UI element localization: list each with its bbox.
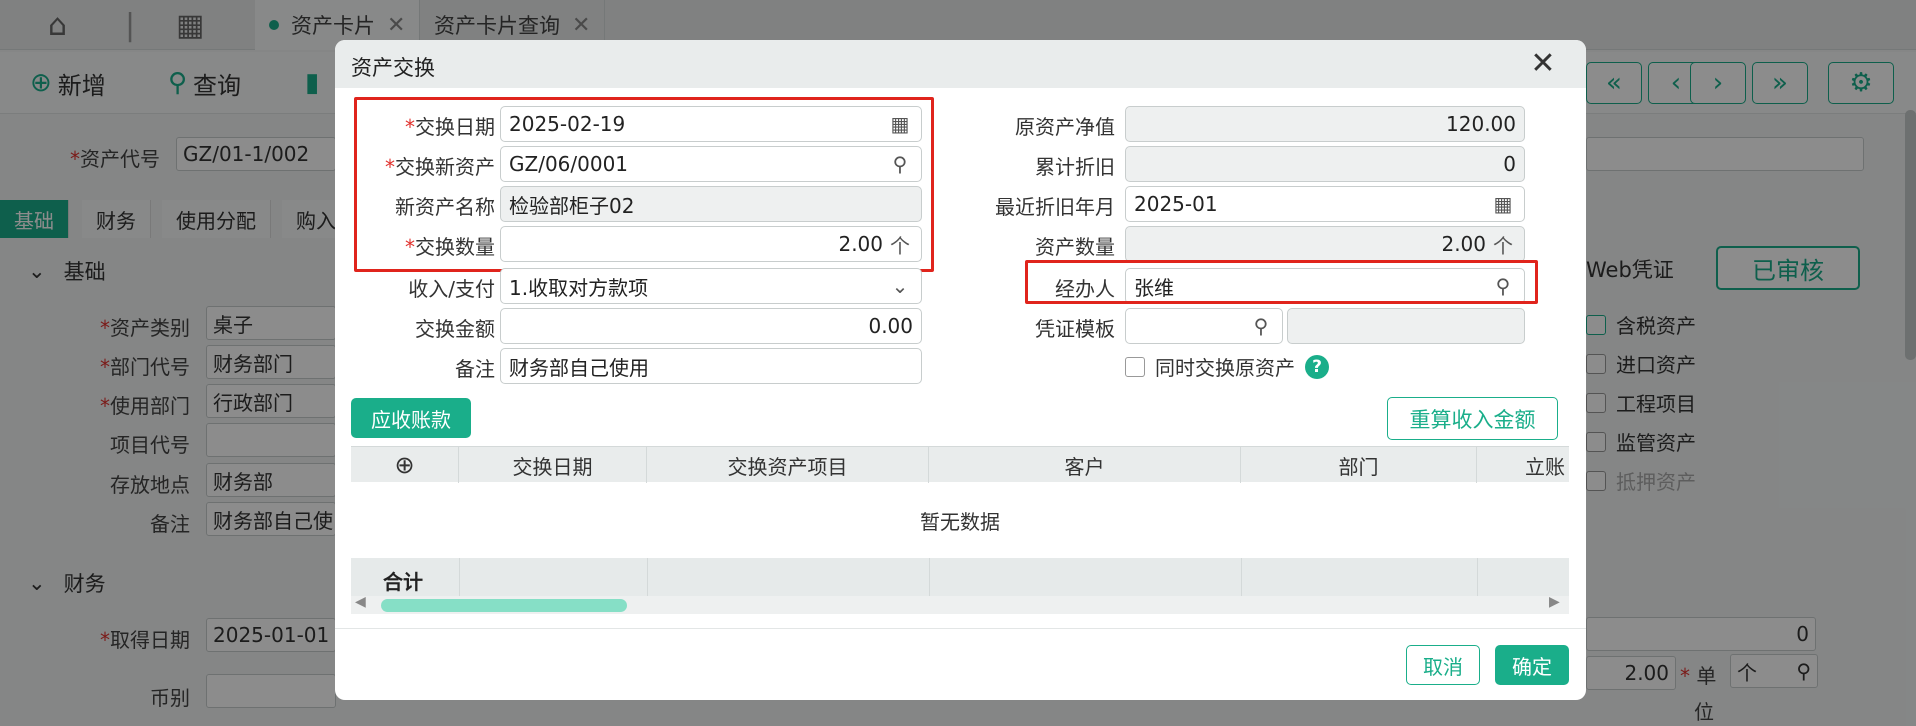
table-total-row: 合计 [351,558,1569,596]
accum-dep-value: 0 [1503,152,1516,176]
last-dep-input[interactable]: 2025-01 ▦ [1125,186,1525,222]
dialog-header [335,40,1586,88]
footer-divider [335,628,1586,629]
accum-dep-field: 0 [1125,146,1525,182]
amount-value: 0.00 [868,314,913,338]
chevron-down-icon: ⌄ [891,274,909,298]
plus-circle-icon: ⊕ [394,451,415,479]
column-divider [459,558,460,596]
voucher-template-label: 凭证模板 [1035,317,1115,341]
highlight-box [1025,260,1538,304]
table-horizontal-scrollbar[interactable]: ◀ ▶ [351,594,1569,614]
amount-label: 交换金额 [415,317,495,341]
cancel-button[interactable]: 取消 [1406,645,1480,685]
column-divider [647,558,648,596]
net-value-field: 120.00 [1125,106,1525,142]
column-divider [1241,558,1242,596]
inout-label: 收入/支付 [408,277,495,301]
close-icon[interactable]: ✕ [1523,46,1563,81]
remark-value: 财务部自己使用 [509,355,649,380]
column-header[interactable]: 交换资产项目 [647,447,929,483]
total-label: 合计 [383,570,423,594]
scroll-left-icon[interactable]: ◀ [355,594,366,610]
empty-table-text: 暂无数据 [920,509,1000,534]
column-divider [1477,558,1478,596]
asset-qty-label: 资产数量 [1035,235,1115,259]
dialog-title: 资产交换 [351,56,435,80]
remark-label: 备注 [455,357,495,381]
checkbox[interactable] [1125,356,1145,377]
amount-input[interactable]: 0.00 [500,308,922,344]
ok-button[interactable]: 确定 [1495,645,1569,685]
last-dep-label: 最近折旧年月 [995,195,1115,219]
inout-value: 1.收取对方款项 [509,275,649,300]
asset-qty-value: 2.00 [1441,232,1486,256]
column-header[interactable]: 交换日期 [459,447,647,483]
net-value-value: 120.00 [1446,112,1516,136]
column-header[interactable]: 立账 [1477,447,1569,483]
column-header[interactable]: 客户 [929,447,1241,483]
add-row-button[interactable]: ⊕ [351,447,459,483]
scrollbar-thumb[interactable] [381,599,627,612]
also-exchange-label: 同时交换原资产 [1155,356,1295,380]
column-header[interactable]: 部门 [1241,447,1477,483]
column-divider [929,558,930,596]
table-header: ⊕ 交换日期 交换资产项目 客户 部门 立账 [351,446,1569,483]
scroll-right-icon[interactable]: ▶ [1549,594,1560,610]
accum-dep-label: 累计折旧 [1035,155,1115,179]
last-dep-value: 2025-01 [1134,192,1218,216]
asset-exchange-dialog: 资产交换 ✕ *交换日期 2025-02-19 ▦ *交换新资产 GZ/06/0… [335,40,1586,700]
receivable-button[interactable]: 应收账款 [351,398,471,438]
asset-qty-field: 2.00 个 [1125,226,1525,262]
also-exchange-checkbox-row[interactable]: 同时交换原资产 ? [1125,352,1329,381]
search-icon[interactable]: ⚲ [1248,314,1274,338]
voucher-template-input[interactable]: ⚲ [1125,308,1283,344]
qty-unit: 个 [1493,233,1513,258]
remark-input[interactable]: 财务部自己使用 [500,348,922,384]
calendar-icon[interactable]: ▦ [1490,192,1516,216]
recalc-income-button[interactable]: 重算收入金额 [1387,397,1558,440]
inout-select[interactable]: 1.收取对方款项 ⌄ [500,268,922,304]
voucher-template-name-field [1287,308,1525,344]
net-value-label: 原资产净值 [1015,115,1115,139]
highlight-box [354,97,934,272]
help-icon[interactable]: ? [1305,354,1329,379]
